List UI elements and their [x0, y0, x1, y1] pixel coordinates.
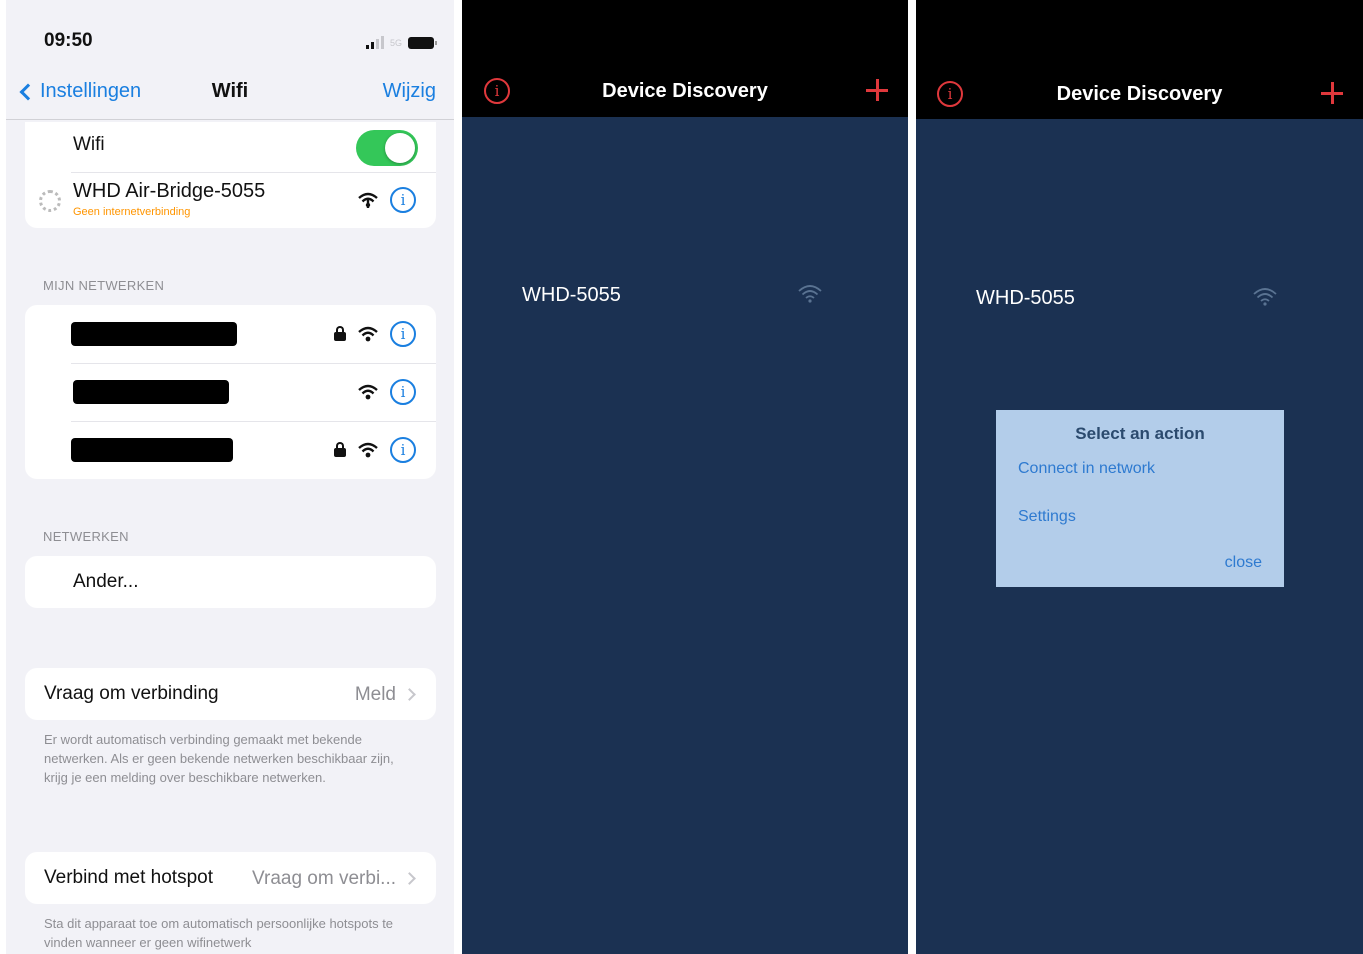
- wifi-toggle-label: Wifi: [73, 134, 105, 155]
- toggle-knob: [385, 133, 415, 163]
- navigation-bar: Instellingen Wifi Wijzig: [6, 78, 454, 120]
- ios-wifi-settings-screen: 09:50 5G Instellingen Wifi Wijzig Wifi W…: [6, 0, 454, 954]
- battery-icon: [408, 36, 437, 49]
- plus-icon[interactable]: [1321, 82, 1343, 104]
- lock-icon: [334, 442, 346, 457]
- other-network-button[interactable]: Ander...: [73, 571, 139, 593]
- network-row[interactable]: i: [25, 421, 436, 479]
- wifi-icon: [358, 442, 378, 458]
- info-icon[interactable]: i: [390, 437, 416, 463]
- wifi-icon: [358, 192, 378, 208]
- info-icon[interactable]: i: [390, 379, 416, 405]
- wifi-toggle[interactable]: [356, 130, 418, 166]
- redacted-network-name: [71, 438, 233, 462]
- my-networks-card: i i i: [25, 305, 436, 479]
- redacted-network-name: [71, 322, 237, 346]
- hotspot-row[interactable]: Verbind met hotspot Vraag om verbi...: [25, 852, 436, 904]
- plus-icon[interactable]: [866, 79, 888, 101]
- close-button[interactable]: close: [1225, 554, 1262, 572]
- device-list-item[interactable]: WHD-5055: [522, 284, 848, 324]
- device-name: WHD-5055: [976, 287, 1075, 309]
- current-network-status: Geen internetverbinding: [73, 206, 191, 218]
- info-icon[interactable]: i: [390, 321, 416, 347]
- connect-in-network-option[interactable]: Connect in network: [1018, 460, 1155, 478]
- app-header: i Device Discovery: [462, 0, 908, 117]
- network-type: 5G: [389, 37, 402, 48]
- device-list-item[interactable]: WHD-5055: [976, 287, 1303, 327]
- nav-divider: [6, 119, 454, 120]
- current-network-row[interactable]: WHD Air-Bridge-5055 Geen internetverbind…: [25, 172, 436, 228]
- wifi-icon: [1253, 288, 1277, 306]
- wifi-icon: [358, 384, 378, 400]
- spinner-icon: [39, 190, 61, 212]
- status-time: 09:50: [44, 30, 93, 51]
- networks-header: NETWERKEN: [43, 529, 129, 544]
- action-dialog: Select an action Connect in network Sett…: [996, 410, 1284, 587]
- status-icons: 5G: [365, 36, 437, 49]
- ask-to-join-row[interactable]: Vraag om verbinding Meld: [25, 668, 436, 720]
- signal-icon: [365, 36, 384, 49]
- app-title: Device Discovery: [1056, 83, 1223, 105]
- hotspot-label: Verbind met hotspot: [44, 867, 213, 888]
- edit-button[interactable]: Wijzig: [383, 80, 436, 103]
- network-row[interactable]: i: [25, 363, 436, 421]
- wifi-icon: [798, 285, 822, 303]
- ask-to-join-note: Er wordt automatisch verbinding gemaakt …: [44, 732, 394, 785]
- network-row[interactable]: i: [25, 305, 436, 363]
- wifi-card: Wifi WHD Air-Bridge-5055 Geen internetve…: [25, 122, 436, 228]
- my-networks-header: MIJN NETWERKEN: [43, 278, 165, 293]
- hotspot-note: Sta dit apparaat toe om automatisch pers…: [44, 916, 394, 950]
- ask-to-join-label: Vraag om verbinding: [44, 683, 219, 704]
- current-network-name: WHD Air-Bridge-5055: [73, 180, 266, 202]
- wifi-icon: [358, 326, 378, 342]
- settings-option[interactable]: Settings: [1018, 508, 1076, 526]
- info-icon[interactable]: i: [390, 187, 416, 213]
- wifi-toggle-row: Wifi: [25, 122, 436, 172]
- app-title: Device Discovery: [602, 80, 768, 102]
- redacted-network-name: [73, 380, 229, 404]
- lock-icon: [334, 326, 346, 341]
- app-header: i Device Discovery: [916, 0, 1363, 119]
- chevron-right-icon: [403, 872, 416, 885]
- device-discovery-screen: i Device Discovery WHD-5055: [462, 0, 908, 954]
- chevron-right-icon: [403, 688, 416, 701]
- ask-to-join-value: Meld: [354, 684, 396, 705]
- device-discovery-screen-with-dialog: i Device Discovery WHD-5055 Select an ac…: [916, 0, 1363, 954]
- device-name: WHD-5055: [522, 284, 621, 306]
- hotspot-value: Vraag om verbi...: [252, 868, 396, 889]
- dialog-title: Select an action: [1075, 424, 1205, 443]
- other-network-card: Ander...: [25, 556, 436, 608]
